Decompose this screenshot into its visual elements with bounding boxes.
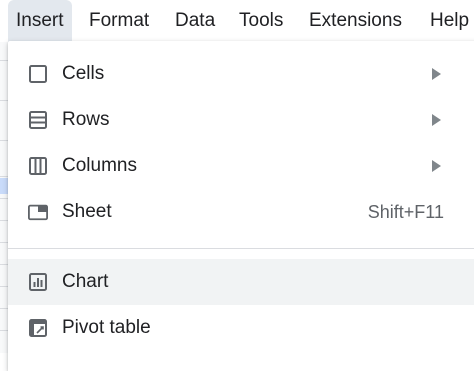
- menu-format[interactable]: Format: [89, 0, 149, 42]
- insert-menu-dropdown: Cells Rows Columns Sheet Shift+F11 Chart: [8, 41, 474, 371]
- menu-item-label: Cells: [62, 63, 105, 84]
- menu-item-columns[interactable]: Columns: [8, 143, 474, 189]
- menu-item-pivot-table[interactable]: Pivot table: [8, 305, 474, 351]
- sheet-icon: [28, 202, 48, 222]
- menu-item-label: Columns: [62, 155, 137, 176]
- submenu-arrow-icon: [432, 68, 441, 80]
- menu-item-label: Chart: [62, 271, 109, 292]
- menu-tools[interactable]: Tools: [239, 0, 283, 42]
- chart-icon: [28, 272, 48, 292]
- menu-item-sheet[interactable]: Sheet Shift+F11: [8, 189, 474, 235]
- columns-icon: [28, 156, 48, 176]
- rows-icon: [28, 110, 48, 130]
- menu-insert[interactable]: Insert: [8, 0, 72, 42]
- cells-icon: [28, 64, 48, 84]
- submenu-arrow-icon: [432, 160, 441, 172]
- menu-item-cells[interactable]: Cells: [8, 51, 474, 97]
- menu-separator: [8, 248, 474, 249]
- keyboard-shortcut: Shift+F11: [367, 202, 444, 222]
- menu-item-chart[interactable]: Chart: [8, 259, 474, 305]
- menu-item-label: Pivot table: [62, 317, 151, 338]
- menu-bar: Insert Format Data Tools Extensions Help: [0, 0, 474, 42]
- menu-item-label: Rows: [62, 109, 110, 130]
- menu-item-label: Sheet: [62, 201, 112, 222]
- submenu-arrow-icon: [432, 114, 441, 126]
- menu-item-rows[interactable]: Rows: [8, 97, 474, 143]
- pivot-table-icon: [28, 318, 48, 338]
- menu-extensions[interactable]: Extensions: [309, 0, 402, 42]
- menu-data[interactable]: Data: [175, 0, 215, 42]
- menu-help[interactable]: Help: [430, 0, 469, 42]
